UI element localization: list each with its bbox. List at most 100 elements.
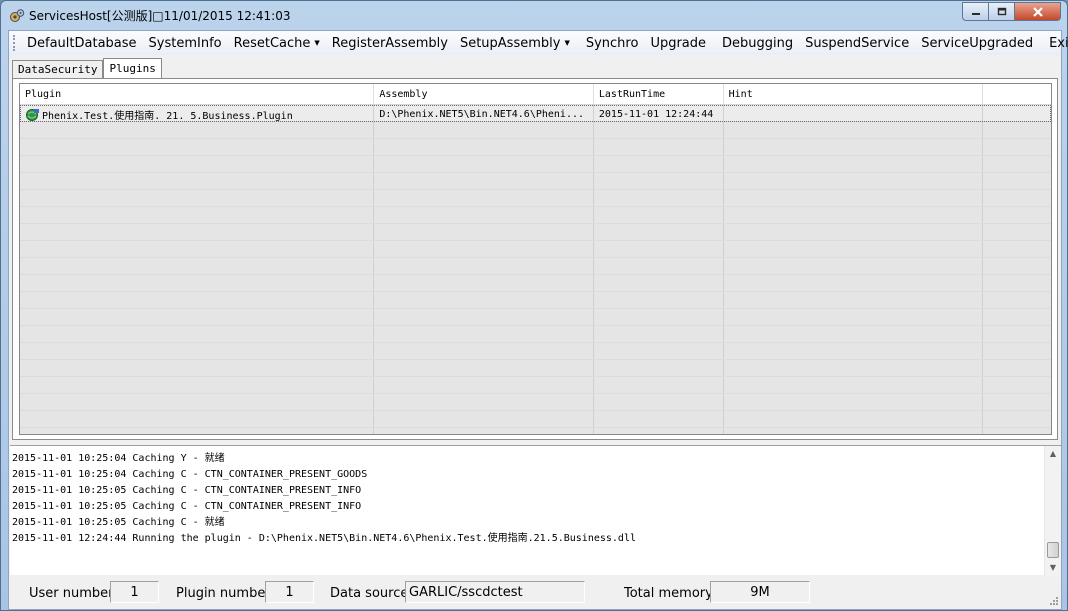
tab-data-security[interactable]: DataSecurity xyxy=(12,60,104,78)
empty-cell xyxy=(724,224,984,240)
log-vertical-scrollbar[interactable]: ▲ ▼ xyxy=(1044,446,1061,576)
empty-cell xyxy=(594,122,724,138)
empty-cell xyxy=(983,428,1051,434)
filler-cell xyxy=(983,105,1051,121)
column-header-filler xyxy=(983,84,1051,104)
empty-cell xyxy=(374,411,594,427)
empty-cell xyxy=(20,241,375,257)
empty-cell xyxy=(724,190,984,206)
total-memory-label: Total memory xyxy=(624,586,713,601)
menu-debugging[interactable]: Debugging xyxy=(716,33,799,53)
minimize-button[interactable] xyxy=(962,2,989,21)
data-source-label: Data source xyxy=(330,586,409,601)
menu-system-info[interactable]: SystemInfo xyxy=(143,33,228,53)
plugins-grid[interactable]: Plugin Assembly LastRunTime Hint Phenix.… xyxy=(19,83,1052,435)
empty-cell xyxy=(594,411,724,427)
column-header-last-run-time[interactable]: LastRunTime xyxy=(594,84,724,104)
empty-cell xyxy=(594,309,724,325)
menu-suspend-service[interactable]: SuspendService xyxy=(799,33,915,53)
scroll-up-icon[interactable]: ▲ xyxy=(1045,446,1061,462)
scrollbar-thumb[interactable] xyxy=(1047,542,1059,558)
column-header-assembly[interactable]: Assembly xyxy=(374,84,594,104)
menu-reset-cache[interactable]: ResetCache ▼ xyxy=(228,33,326,53)
empty-cell xyxy=(594,326,724,342)
menu-synchro[interactable]: Synchro xyxy=(580,33,645,53)
empty-cell xyxy=(724,377,984,393)
log-line: 2015-11-01 10:25:05 Caching C - CTN_CONT… xyxy=(12,485,362,496)
empty-table-row xyxy=(20,394,1051,411)
empty-cell xyxy=(983,156,1051,172)
empty-cell xyxy=(374,258,594,274)
column-header-hint[interactable]: Hint xyxy=(724,84,984,104)
empty-cell xyxy=(594,207,724,223)
scroll-down-icon[interactable]: ▼ xyxy=(1045,560,1061,576)
log-line: 2015-11-01 12:24:44 Running the plugin -… xyxy=(12,533,636,544)
menu-service-upgraded[interactable]: ServiceUpgraded xyxy=(915,33,1039,53)
title-bar[interactable]: ServicesHost[公测版]□11/01/2015 12:41:03 xyxy=(1,1,1067,29)
window-title: ServicesHost[公测版]□11/01/2015 12:41:03 xyxy=(29,9,291,23)
empty-cell xyxy=(724,173,984,189)
empty-table-row xyxy=(20,241,1051,258)
menu-register-assembly[interactable]: RegisterAssembly xyxy=(326,33,454,53)
menu-upgrade[interactable]: Upgrade xyxy=(644,33,712,53)
empty-cell xyxy=(20,343,375,359)
table-row[interactable]: Phenix.Test.使用指南._21._5.Business.Plugin … xyxy=(20,105,1051,122)
tab-strip: DataSecurity Plugins xyxy=(12,57,162,79)
empty-table-row xyxy=(20,309,1051,326)
empty-cell xyxy=(20,309,375,325)
empty-cell xyxy=(20,190,375,206)
empty-table-row xyxy=(20,360,1051,377)
empty-cell xyxy=(20,428,375,434)
empty-cell xyxy=(724,275,984,291)
empty-cell xyxy=(724,309,984,325)
empty-table-row xyxy=(20,428,1051,434)
empty-cell xyxy=(983,173,1051,189)
empty-cell xyxy=(374,190,594,206)
empty-cell xyxy=(983,139,1051,155)
menu-setup-assembly[interactable]: SetupAssembly ▼ xyxy=(454,33,576,53)
tab-plugins[interactable]: Plugins xyxy=(103,58,162,79)
restore-button[interactable] xyxy=(989,2,1015,21)
empty-cell xyxy=(983,377,1051,393)
empty-cell xyxy=(374,156,594,172)
status-bar: User number 1 Plugin number 1 Data sourc… xyxy=(9,578,1061,608)
plugin-name: Phenix.Test.使用指南._21._5.Business.Plugin xyxy=(42,110,293,122)
empty-cell xyxy=(20,275,375,291)
resize-grip-icon[interactable] xyxy=(1049,596,1059,606)
log-line: 2015-11-01 10:25:05 Caching C - 就绪 xyxy=(12,517,225,528)
menu-default-database[interactable]: DefaultDatabase xyxy=(21,33,143,53)
empty-cell xyxy=(594,173,724,189)
empty-cell xyxy=(724,156,984,172)
dropdown-arrow-icon: ▼ xyxy=(314,39,320,47)
empty-cell xyxy=(983,343,1051,359)
empty-cell xyxy=(374,139,594,155)
total-memory-value: 9M xyxy=(710,581,810,603)
empty-cell xyxy=(374,207,594,223)
toolbar-grip[interactable] xyxy=(13,35,15,51)
empty-cell xyxy=(20,122,375,138)
gears-icon xyxy=(10,9,25,22)
empty-cell xyxy=(374,394,594,410)
empty-table-row xyxy=(20,207,1051,224)
menu-exit[interactable]: Exit xyxy=(1043,33,1068,53)
grid-header: Plugin Assembly LastRunTime Hint xyxy=(20,84,1051,105)
empty-cell xyxy=(594,258,724,274)
log-lines: 2015-11-01 10:25:04 Caching Y - 就绪 2015-… xyxy=(12,451,1042,547)
empty-cell xyxy=(594,292,724,308)
empty-cell xyxy=(594,156,724,172)
dropdown-arrow-icon: ▼ xyxy=(564,39,570,47)
empty-table-row xyxy=(20,292,1051,309)
user-number-value: 1 xyxy=(110,581,159,603)
empty-cell xyxy=(594,360,724,376)
empty-cell xyxy=(983,190,1051,206)
empty-table-row xyxy=(20,343,1051,360)
empty-cell xyxy=(724,122,984,138)
empty-cell xyxy=(374,224,594,240)
client-area: DefaultDatabase SystemInfo ResetCache ▼ R… xyxy=(8,30,1068,610)
column-header-plugin[interactable]: Plugin xyxy=(20,84,375,104)
empty-table-row xyxy=(20,139,1051,156)
close-button[interactable] xyxy=(1015,2,1061,21)
log-line: 2015-11-01 10:25:05 Caching C - CTN_CONT… xyxy=(12,501,362,512)
empty-cell xyxy=(983,207,1051,223)
log-panel[interactable]: 2015-11-01 10:25:04 Caching Y - 就绪 2015-… xyxy=(10,445,1061,576)
